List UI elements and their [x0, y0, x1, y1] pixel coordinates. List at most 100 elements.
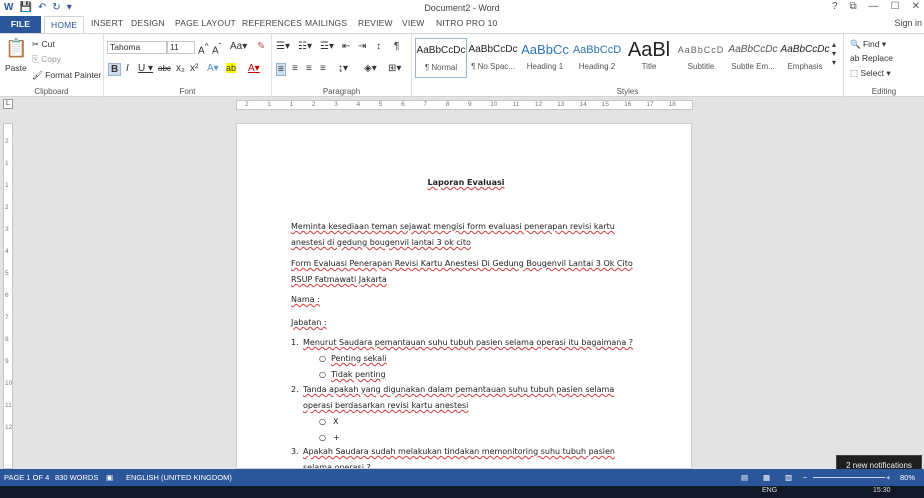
tab-nitro-pro[interactable]: NITRO PRO 10	[436, 18, 497, 28]
page-count[interactable]: PAGE 1 OF 4	[4, 473, 49, 482]
select-button[interactable]: ⬚ Select ▾	[850, 68, 891, 79]
style-preview: AaBbCcDc	[416, 45, 466, 56]
ruler-tick-label: 16	[624, 101, 632, 108]
tab-insert[interactable]: INSERT	[91, 18, 123, 28]
title-bar: W 💾 ↶ ↻ ▾ Document2 - Word ? ⧉ — ☐ ✕	[0, 0, 924, 16]
vertical-ruler[interactable]: 2 1 1 2 3 4 5 6 7 8 9 10 11 12	[0, 113, 16, 469]
bullets-icon[interactable]: ☰▾	[276, 41, 290, 52]
shrink-font-icon[interactable]: Aˇ	[212, 41, 221, 56]
cursor-icon: ⬚	[850, 68, 861, 78]
shading-icon[interactable]: ◈▾	[364, 63, 377, 74]
paste-button[interactable]: Paste	[5, 63, 27, 73]
vertical-ruler-tick-label: 1	[5, 160, 9, 167]
replace-label: Replace	[861, 53, 894, 63]
zoom-level[interactable]: 80%	[900, 473, 915, 482]
proofing-icon[interactable]: ▣	[106, 473, 113, 482]
style-subtitle[interactable]: AaBbCcD Subtitle	[675, 38, 727, 78]
style-name: Title	[641, 62, 657, 71]
numbering-icon[interactable]: ☷▾	[298, 41, 312, 52]
language-indicator[interactable]: ENGLISH (UNITED KINGDOM)	[126, 473, 232, 482]
zoom-in-icon[interactable]: +	[886, 473, 890, 482]
style-no-spacing[interactable]: AaBbCcDc ¶ No Spac...	[467, 38, 519, 78]
list-number: 1.	[291, 338, 299, 347]
taskbar: ENG 15:30	[0, 486, 924, 498]
show-formatting-icon[interactable]: ¶	[394, 41, 399, 52]
window-controls: ? ⧉ — ☐ ✕	[832, 1, 920, 12]
style-title[interactable]: AaBl Title	[623, 38, 675, 78]
strikethrough-icon[interactable]: abc	[158, 64, 171, 73]
clock[interactable]: 15:30	[873, 487, 891, 494]
minimize-icon[interactable]: —	[869, 1, 879, 12]
decrease-indent-icon[interactable]: ⇤	[342, 41, 350, 52]
form-title-paragraph: Form Evaluasi Penerapan Revisi Kartu Ane…	[291, 256, 641, 288]
horizontal-ruler[interactable]: L 2 1 1 2 3 4 5 6 7 8 9 10 11 12 13 14 15 16 17 18	[0, 97, 924, 113]
underline-icon[interactable]: U ▾	[138, 63, 153, 74]
format-painter-button[interactable]: 🖌 Format Painter	[32, 70, 101, 81]
find-button[interactable]: 🔍 Find ▾	[850, 39, 886, 50]
subscript-icon[interactable]: x₂	[176, 63, 185, 74]
ruler-tick-label: 3	[334, 101, 338, 108]
input-language[interactable]: ENG	[762, 487, 777, 494]
font-group: Tahoma 11 A^ Aˇ Aa▾ ✎ B I U ▾ abc x₂ x² …	[104, 34, 272, 98]
web-layout-icon[interactable]: ▧	[785, 473, 792, 482]
tab-design[interactable]: DESIGN	[131, 18, 165, 28]
style-heading-2[interactable]: AaBbCcD Heading 2	[571, 38, 623, 78]
highlight-icon[interactable]: ab	[226, 63, 237, 73]
form-title-text: Form Evaluasi Penerapan Revisi Kartu Ane…	[291, 259, 633, 284]
clear-formatting-icon[interactable]: ✎	[257, 41, 265, 52]
cut-button[interactable]: ✂ Cut	[32, 39, 55, 50]
sort-icon[interactable]: ↕	[376, 41, 381, 52]
document-page[interactable]: Laporan Evaluasi Meminta kesediaan teman…	[236, 123, 692, 469]
multilevel-list-icon[interactable]: ☲▾	[320, 41, 334, 52]
style-preview: AaBbCcDc	[780, 44, 830, 55]
styles-scroll-icon[interactable]: ▴ ▾ ▾	[832, 40, 836, 67]
zoom-slider[interactable]	[813, 477, 885, 478]
grow-font-icon[interactable]: A^	[198, 41, 209, 56]
font-color-icon[interactable]: A▾	[248, 63, 260, 74]
vertical-ruler-bar[interactable]: 2 1 1 2 3 4 5 6 7 8 9 10 11 12	[3, 123, 13, 469]
tab-selector-icon[interactable]: L	[3, 99, 13, 109]
help-icon[interactable]: ?	[832, 1, 838, 12]
align-right-icon[interactable]: ≡	[306, 63, 312, 74]
superscript-icon[interactable]: x²	[190, 63, 198, 74]
maximize-icon[interactable]: ☐	[891, 1, 900, 12]
tab-page-layout[interactable]: PAGE LAYOUT	[175, 18, 236, 28]
replace-button[interactable]: ab Replace	[850, 53, 893, 63]
change-case-icon[interactable]: Aa▾	[230, 41, 247, 52]
borders-icon[interactable]: ⊞▾	[388, 63, 401, 74]
line-spacing-icon[interactable]: ↨▾	[338, 63, 348, 74]
sign-in-link[interactable]: Sign in	[894, 18, 922, 28]
style-preview: AaBbCcDc	[728, 44, 778, 55]
zoom-out-icon[interactable]: −	[803, 473, 807, 482]
font-family-combo[interactable]: Tahoma	[107, 41, 167, 54]
text-effects-icon[interactable]: A▾	[207, 63, 219, 74]
circle-bullet-icon: ○	[319, 417, 326, 426]
read-mode-icon[interactable]: ▤	[741, 473, 748, 482]
style-heading-1[interactable]: AaBbCc Heading 1	[519, 38, 571, 78]
print-layout-icon[interactable]: ▦	[763, 473, 770, 482]
bold-icon[interactable]: B	[108, 63, 122, 76]
tab-mailings[interactable]: MAILINGS	[305, 18, 347, 28]
ribbon-display-icon[interactable]: ⧉	[850, 1, 857, 12]
align-left-icon[interactable]: ≡	[276, 63, 286, 76]
copy-button[interactable]: ⎘ Copy	[32, 54, 61, 65]
word-count[interactable]: 830 WORDS	[55, 473, 98, 482]
justify-icon[interactable]: ≡	[320, 63, 326, 74]
style-emphasis[interactable]: AaBbCcDc Emphasis	[779, 38, 831, 78]
close-icon[interactable]: ✕	[912, 1, 920, 12]
tab-view[interactable]: VIEW	[402, 18, 425, 28]
tab-home[interactable]: HOME	[44, 16, 85, 34]
tab-file[interactable]: FILE	[0, 16, 41, 33]
increase-indent-icon[interactable]: ⇥	[358, 41, 366, 52]
tab-review[interactable]: REVIEW	[358, 18, 393, 28]
style-name: Heading 2	[578, 62, 616, 71]
ruler-bar[interactable]: 2 1 1 2 3 4 5 6 7 8 9 10 11 12 13 14 15 16 17 18	[236, 100, 693, 110]
paste-icon[interactable]: 📋	[5, 38, 27, 59]
style-subtle-emphasis[interactable]: AaBbCcDc Subtle Em...	[727, 38, 779, 78]
vertical-ruler-tick-label: 2	[5, 138, 9, 145]
italic-icon[interactable]: I	[126, 63, 129, 74]
style-normal[interactable]: AaBbCcDc ¶ Normal	[415, 38, 467, 78]
font-size-combo[interactable]: 11	[167, 41, 195, 54]
tab-references[interactable]: REFERENCES	[242, 18, 302, 28]
align-center-icon[interactable]: ≡	[292, 63, 298, 74]
